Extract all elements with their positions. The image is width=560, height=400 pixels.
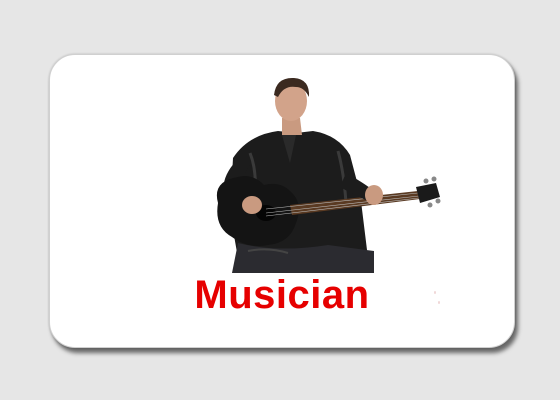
musician-card[interactable]: Musician xyxy=(49,54,515,348)
page-background: Musician xyxy=(0,0,560,400)
card-label: Musician xyxy=(194,273,370,317)
guitarist-photo xyxy=(216,77,441,273)
